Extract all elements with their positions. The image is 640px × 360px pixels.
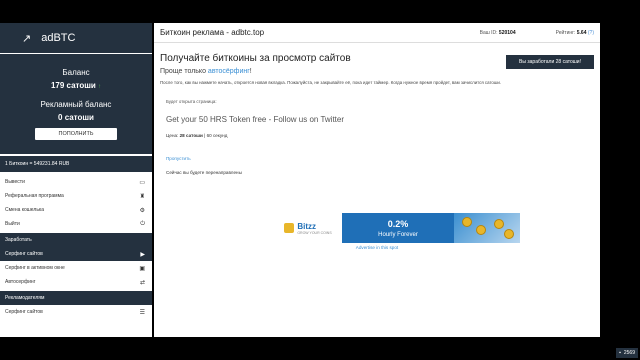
banner-logo: Bitzz GROW YOUR COINS	[274, 213, 342, 243]
chat-icon: ▪	[619, 350, 621, 356]
sidebar-item-wallet[interactable]: Смена кошелька ⚙	[0, 203, 152, 217]
coin-icon	[476, 225, 486, 235]
right-strip	[600, 23, 640, 337]
ad-balance-label: Рекламный баланс	[40, 100, 112, 109]
sidebar-item-referral[interactable]: Реферальная программа ♜	[0, 189, 152, 203]
balance-label: Баланс	[62, 68, 90, 77]
sidebar-item-label: Вывести	[5, 179, 25, 185]
sidebar-item-label: Серфинг сайтов	[5, 309, 43, 315]
sub-heading-prefix: Проще только	[160, 68, 208, 75]
top-bar: Биткоин реклама - adbtc.top Ваш ID: 5201…	[154, 23, 600, 43]
brand-bar[interactable]: ↗ adBTC	[0, 23, 152, 53]
sidebar-item-active-window[interactable]: Серфинг в активном окне ▣	[0, 261, 152, 275]
instruction-note: После того, как вы нажмете начать, откро…	[160, 80, 502, 85]
redirect-text: Сейчас вы будете перенаправлены	[166, 170, 242, 175]
list-icon: ☰	[139, 309, 145, 316]
ad-banner[interactable]: Bitzz GROW YOUR COINS 0.2% Hourly Foreve…	[274, 213, 520, 243]
coin-icon	[284, 223, 295, 233]
price-time: | 60 секунд	[204, 133, 228, 138]
price-line: Цена: 28 сатоши | 60 секунд	[160, 133, 594, 138]
rating-value: 5.64	[576, 29, 587, 36]
price-label: Цена:	[166, 133, 179, 138]
will-open-label: Будет открыта страница:	[166, 99, 217, 104]
user-id-label: Ваш ID:	[479, 29, 498, 36]
sidebar-item-logout[interactable]: Выйти ⏻	[0, 217, 152, 231]
chat-badge[interactable]: ▪ 2569	[616, 348, 638, 358]
sidebar-item-label: Выйти	[5, 221, 20, 227]
sidebar-item-label: Смена кошелька	[5, 207, 45, 213]
section-earn: Заработать	[0, 233, 152, 247]
rating-help-link[interactable]: (?)	[588, 30, 594, 36]
trophy-icon: ♜	[139, 193, 145, 200]
user-id: Ваш ID: 520104	[480, 30, 516, 36]
content: Получайте биткоины за просмотр сайтов Пр…	[154, 43, 600, 183]
sidebar: ↗ adBTC Баланс 179 сатоши ↑ Рекламный ба…	[0, 23, 152, 337]
sidebar-item-label: Реферальная программа	[5, 193, 64, 199]
play-icon: ▶	[140, 251, 145, 258]
sidebar-item-label: Серфинг в активном окне	[5, 265, 65, 271]
power-icon: ⏻	[140, 220, 145, 227]
skip-link[interactable]: Пропустить	[160, 156, 594, 161]
section-advertisers: Рекламодателям	[0, 291, 152, 305]
banner-offer: 0.2% Hourly Forever	[342, 219, 454, 238]
sidebar-item-surfing[interactable]: Серфинг сайтов ▶	[0, 247, 152, 261]
chat-count: 2569	[623, 350, 635, 356]
autosurf-link[interactable]: автосёрфинг	[208, 68, 250, 75]
rating-label: Рейтинг:	[555, 29, 576, 36]
sidebar-item-label: Серфинг сайтов	[5, 251, 43, 257]
earned-button[interactable]: Вы заработали 28 сатоши!	[506, 55, 594, 69]
advertise-link[interactable]: Advertise in this spot	[154, 245, 600, 250]
balance-value: 179 сатоши ↑	[0, 81, 152, 90]
banner-hourly: Hourly Forever	[378, 231, 418, 238]
brand-name: adBTC	[41, 32, 76, 44]
sidebar-item-adv-surfing[interactable]: Серфинг сайтов ☰	[0, 305, 152, 319]
window-icon: ▣	[139, 265, 145, 272]
banner-brand-block: Bitzz GROW YOUR COINS	[297, 222, 331, 235]
banner-tagline: GROW YOUR COINS	[297, 230, 332, 235]
balance-panel: Баланс 179 сатоши ↑ Рекламный баланс 0 с…	[0, 54, 152, 154]
logo-arrow-icon: ↗	[22, 32, 32, 45]
sidebar-item-withdraw[interactable]: Вывести ▭	[0, 175, 152, 189]
sub-heading-suffix: !	[249, 68, 252, 75]
main-panel: Биткоин реклама - adbtc.top Ваш ID: 5201…	[154, 23, 600, 337]
coin-icon	[504, 229, 514, 239]
repeat-icon: ⇄	[139, 279, 145, 286]
card-icon: ▭	[139, 179, 145, 186]
sub-heading: Проще только автосёрфинг!	[160, 68, 594, 75]
btc-rate: 1 Биткоин = 549231.84 RUB	[0, 156, 152, 172]
balance-up-icon: ↑	[98, 84, 102, 90]
topup-button[interactable]: ПОПОЛНИТЬ	[35, 128, 117, 140]
user-id-value: 520104	[498, 29, 516, 36]
rating: Рейтинг: 5.64 (?)	[556, 30, 594, 36]
ad-balance-value: 0 сатоши	[58, 113, 94, 122]
banner-brand: Bitzz	[297, 221, 316, 231]
gear-icon: ⚙	[139, 207, 145, 214]
price-value: 28 сатоши	[179, 133, 203, 138]
coin-icon	[462, 217, 472, 227]
app-frame: ↗ adBTC Баланс 179 сатоши ↑ Рекламный ба…	[0, 23, 640, 337]
coins-illustration	[454, 213, 520, 243]
banner-percent: 0.2%	[387, 218, 409, 229]
sidebar-menu: Вывести ▭ Реферальная программа ♜ Смена …	[0, 175, 152, 319]
page-title: Биткоин реклама - adbtc.top	[160, 28, 265, 37]
sidebar-item-autosurf[interactable]: Автосерфинг ⇄	[0, 275, 152, 289]
coin-icon	[494, 219, 504, 229]
sidebar-item-label: Автосерфинг	[5, 279, 36, 285]
balance-amount: 179 сатоши	[50, 81, 96, 90]
site-title: Get your 50 HRS Token free - Follow us o…	[166, 115, 345, 124]
